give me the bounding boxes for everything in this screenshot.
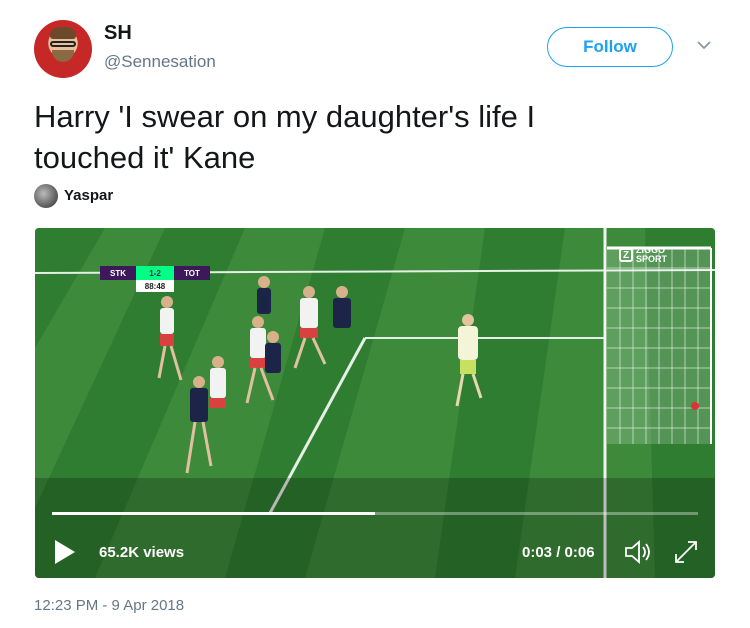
home-team: STK [100,266,136,280]
match-clock: 88:48 [136,280,174,292]
avatar-glasses [50,41,76,47]
broadcaster-logo-text: ZIGGO SPORT [636,245,668,264]
avatar[interactable] [34,20,92,78]
attribution-name[interactable]: Yaspar [64,187,113,204]
user-handle[interactable]: @Sennesation [104,52,216,72]
video-time: 0:03 / 0:06 [522,544,595,561]
fullscreen-icon[interactable] [670,536,702,568]
video-progress-bar[interactable] [52,512,698,515]
attribution-avatar[interactable] [34,184,58,208]
tweet-text-line: Harry 'I swear on my daughter's life I [34,99,536,134]
chevron-down-icon[interactable] [697,40,711,50]
away-team: TOT [174,266,210,280]
avatar-beard [52,50,74,62]
video-progress-fill [52,512,375,515]
video-player[interactable]: STK 1-2 TOT 88:48 Z ZIGGO SPORT 65.2K vi… [35,228,715,578]
view-count: 65.2K views [99,544,185,561]
tweet-text-line: touched it' Kane [34,140,256,175]
score: 1-2 [136,266,174,280]
follow-button[interactable]: Follow [547,27,673,67]
tweet-text: Harry 'I swear on my daughter's life I t… [34,96,714,178]
play-icon[interactable] [53,538,77,566]
scoreboard: STK 1-2 TOT 88:48 [100,266,210,296]
volume-icon[interactable] [623,538,653,566]
tweet-timestamp[interactable]: 12:23 PM - 9 Apr 2018 [34,597,184,614]
avatar-hair [50,27,76,39]
user-name[interactable]: SH [104,22,132,45]
broadcaster-logo: Z ZIGGO SPORT [619,246,676,264]
